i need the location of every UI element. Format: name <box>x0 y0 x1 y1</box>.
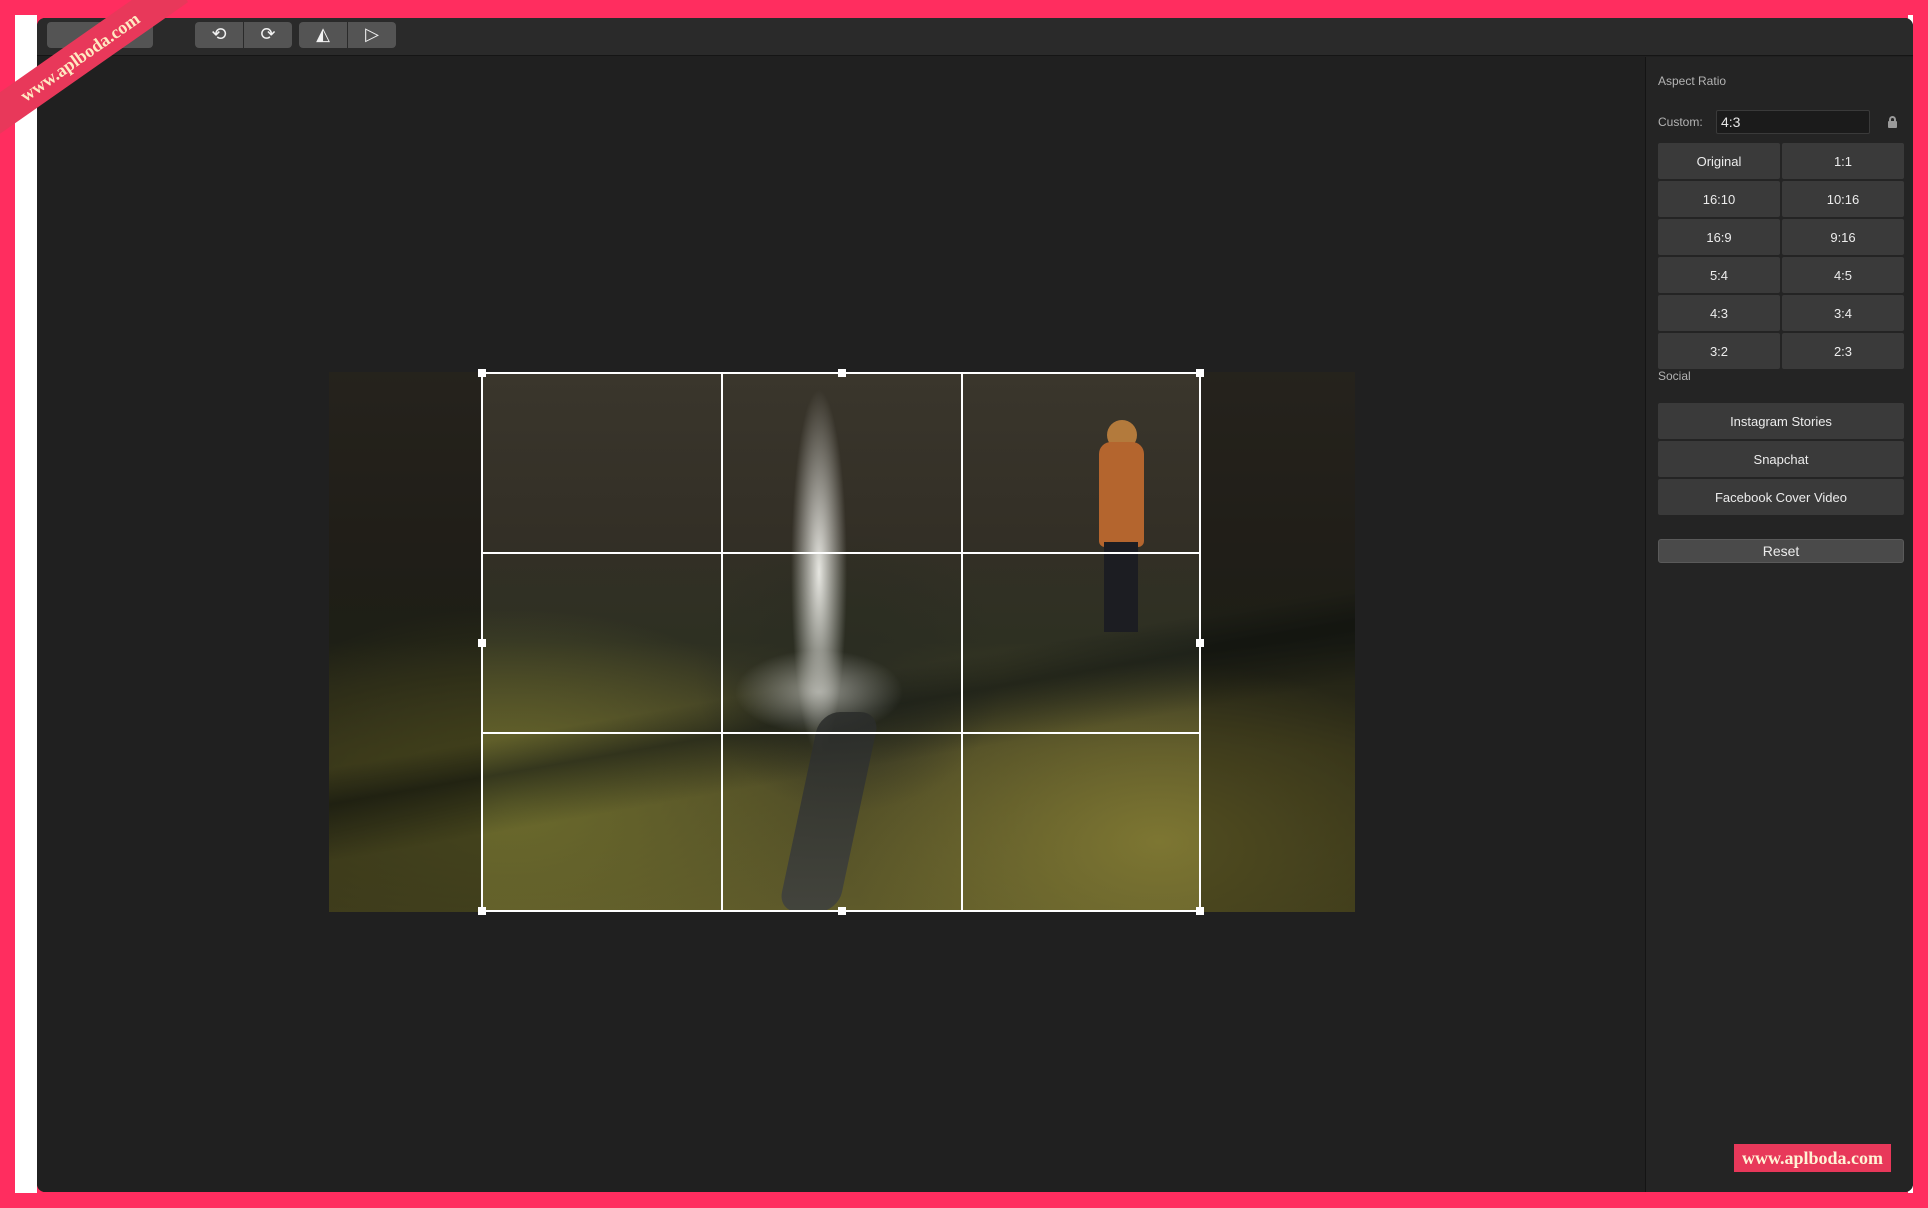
facebook-cover-video-button[interactable]: Facebook Cover Video <box>1658 479 1904 515</box>
flip-horizontal-icon: ◭ <box>316 24 330 45</box>
watermark-badge: www.aplboda.com <box>1733 1144 1891 1172</box>
ratio-16-9-button[interactable]: 16:9 <box>1658 219 1780 255</box>
ratio-4-3-button[interactable]: 4:3 <box>1658 295 1780 331</box>
ratio-9-16-button[interactable]: 9:16 <box>1782 219 1904 255</box>
flip-horizontal-button[interactable]: ◭ <box>299 22 347 48</box>
flip-vertical-icon: ▷ <box>365 24 379 45</box>
crop-box[interactable] <box>478 369 1204 915</box>
ratio-2-3-button[interactable]: 2:3 <box>1782 333 1904 369</box>
snapchat-button[interactable]: Snapchat <box>1658 441 1904 477</box>
ratio-10-16-button[interactable]: 10:16 <box>1782 181 1904 217</box>
ratio-16-10-button[interactable]: 16:10 <box>1658 181 1780 217</box>
reset-button[interactable]: Reset <box>1658 539 1904 563</box>
left-edge-strip <box>15 15 37 1193</box>
crop-canvas <box>37 57 1645 1192</box>
crop-shade-left <box>329 372 481 912</box>
crop-handle-left[interactable] <box>478 639 486 647</box>
ratio-5-4-button[interactable]: 5:4 <box>1658 257 1780 293</box>
lock-icon[interactable] <box>1888 116 1897 128</box>
custom-label: Custom: <box>1658 115 1703 129</box>
social-button-list: Instagram Stories Snapchat Facebook Cove… <box>1658 403 1904 515</box>
flip-vertical-button[interactable]: ▷ <box>348 22 396 48</box>
crop-handle-top[interactable] <box>838 369 846 377</box>
crop-handle-top-right[interactable] <box>1196 369 1204 377</box>
toolbar: ⟲ ⟳ ◭ ▷ <box>37 18 1913 56</box>
instagram-stories-button[interactable]: Instagram Stories <box>1658 403 1904 439</box>
ratio-3-2-button[interactable]: 3:2 <box>1658 333 1780 369</box>
ratio-3-4-button[interactable]: 3:4 <box>1782 295 1904 331</box>
custom-ratio-input[interactable] <box>1716 110 1870 134</box>
ratio-button-grid: Original 1:1 16:10 10:16 16:9 9:16 5:4 4… <box>1658 143 1904 369</box>
crop-grid-line <box>483 732 1199 734</box>
editor-window: ⟲ ⟳ ◭ ▷ Aspect Ratio Custom: 4:3 Origina… <box>37 18 1913 1192</box>
ratio-1-1-button[interactable]: 1:1 <box>1782 143 1904 179</box>
crop-grid-line <box>483 552 1199 554</box>
crop-handle-bottom-left[interactable] <box>478 907 486 915</box>
crop-handle-bottom[interactable] <box>838 907 846 915</box>
undo-arrow-icon: ⟲ <box>211 24 227 45</box>
crop-handle-bottom-right[interactable] <box>1196 907 1204 915</box>
crop-grid-line <box>961 374 963 910</box>
redo-button[interactable]: ⟳ <box>244 22 292 48</box>
crop-settings-panel: Aspect Ratio Custom: Original 1:1 16:10 … <box>1645 57 1913 1192</box>
crop-shade-right <box>1201 372 1355 912</box>
crop-handle-top-left[interactable] <box>478 369 486 377</box>
ratio-4-5-button[interactable]: 4:5 <box>1782 257 1904 293</box>
crop-handle-right[interactable] <box>1196 639 1204 647</box>
aspect-ratio-title: Aspect Ratio <box>1658 74 1727 88</box>
social-title: Social <box>1658 369 1691 383</box>
ratio-original-button[interactable]: Original <box>1658 143 1780 179</box>
crop-grid-line <box>721 374 723 910</box>
undo-button[interactable]: ⟲ <box>195 22 243 48</box>
redo-arrow-icon: ⟳ <box>260 24 276 45</box>
